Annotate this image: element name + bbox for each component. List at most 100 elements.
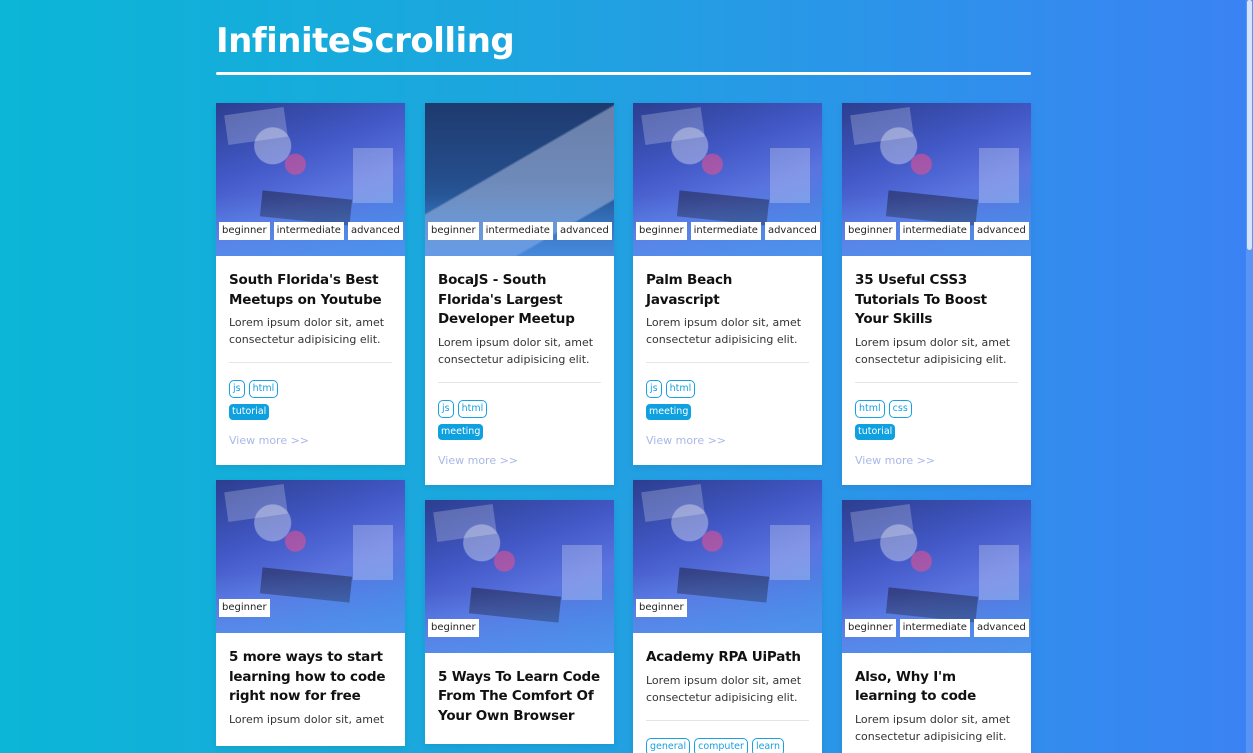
card-title: South Florida's Best Meetups on Youtube [229, 272, 382, 308]
notebook-shape [770, 525, 810, 580]
category-chip[interactable]: tutorial [229, 404, 270, 420]
card-body: Palm Beach Javascript Lorem ipsum dolor s… [633, 256, 822, 465]
level-badge: intermediate [690, 222, 761, 240]
scrollbar-thumb[interactable] [1247, 0, 1252, 250]
tag-chip[interactable]: css [888, 399, 912, 418]
notebook-shape [979, 148, 1019, 203]
category-list: tutorial [229, 404, 392, 420]
card-title: BocaJS - South Florida's Largest Develop… [438, 272, 575, 327]
card-title: Also, Why I'm learning to code [855, 668, 977, 705]
notebook-shape [353, 148, 393, 203]
card-column: beginner intermediate advanced South Florid… [216, 103, 405, 753]
page-header: InfiniteScrolling [216, 18, 1031, 75]
card-body: 5 Ways To Learn Code From The Comfort Of… [425, 653, 614, 745]
card-image: beginner [425, 499, 614, 653]
monitor-shape [641, 483, 705, 523]
card-image: beginner intermediate advanced [216, 103, 405, 256]
tag-chip[interactable]: learn [751, 737, 785, 753]
article-card[interactable]: beginner intermediate advanced BocaJS - Sou… [425, 103, 614, 485]
card-description: Lorem ipsum dolor sit, amet [229, 712, 385, 726]
card-divider [229, 362, 392, 363]
card-body: Also, Why I'm learning to code Lorem ipsu… [842, 653, 1031, 753]
card-body: BocaJS - South Florida's Largest Develop… [425, 256, 614, 485]
view-more-link[interactable]: View more >> [438, 454, 601, 467]
card-image: beginner intermediate advanced [425, 103, 614, 256]
title-divider [216, 72, 1031, 75]
level-badge: advanced [764, 222, 820, 240]
monitor-shape [850, 106, 914, 146]
card-column: beginner intermediate advanced 35 Useful CS… [842, 103, 1031, 753]
level-badges: beginner [636, 599, 687, 617]
monitor-shape [641, 106, 705, 146]
card-body: Academy RPA UiPath Lorem ipsum dolor sit,… [633, 633, 822, 753]
card-title: Academy RPA UiPath [646, 649, 801, 665]
category-list: meeting [646, 404, 809, 420]
tag-chip[interactable]: computer [694, 737, 748, 753]
article-card[interactable]: beginner 5 Ways To Learn Code From The Co… [425, 499, 614, 745]
tag-list: js html [646, 380, 809, 398]
level-badge: beginner [428, 222, 479, 240]
category-chip[interactable]: meeting [646, 404, 692, 420]
card-image: beginner [633, 480, 822, 633]
page-title: InfiniteScrolling [216, 21, 515, 61]
monitor-shape [433, 503, 497, 542]
view-more-link[interactable]: View more >> [855, 454, 1018, 467]
article-card[interactable]: beginner Academy RPA UiPath Lorem ipsum do… [633, 480, 822, 753]
level-badge: beginner [428, 618, 479, 637]
level-badge: advanced [347, 222, 403, 240]
notebook-shape [353, 525, 393, 580]
article-card[interactable]: beginner 5 more ways to start learning ho… [216, 480, 405, 746]
category-chip[interactable]: meeting [438, 423, 484, 440]
level-badge: advanced [973, 618, 1029, 637]
article-card[interactable]: beginner intermediate advanced Palm Beach J… [633, 103, 822, 465]
article-card[interactable]: beginner intermediate advanced 35 Useful CS… [842, 103, 1031, 485]
tag-list: js html [438, 399, 601, 418]
level-badges: beginner intermediate advanced [219, 222, 403, 240]
level-badges: beginner intermediate advanced [845, 618, 1029, 637]
article-card[interactable]: beginner intermediate advanced Also, Why I'… [842, 499, 1031, 753]
tag-chip[interactable]: html [665, 380, 696, 398]
notebook-shape [562, 544, 602, 600]
tag-chip[interactable]: js [646, 380, 662, 398]
level-badges: beginner intermediate advanced [428, 222, 612, 240]
tag-chip[interactable]: html [855, 399, 885, 418]
card-body: 5 more ways to start learning how to cod… [216, 633, 405, 746]
card-image: beginner intermediate advanced [633, 103, 822, 256]
article-card[interactable]: beginner intermediate advanced South Florid… [216, 103, 405, 465]
view-more-link[interactable]: View more >> [229, 434, 392, 447]
card-divider [646, 362, 809, 363]
level-badge: beginner [845, 222, 896, 240]
category-chip[interactable]: tutorial [855, 423, 896, 440]
card-column: beginner intermediate advanced BocaJS - Sou… [425, 103, 614, 753]
card-description: Lorem ipsum dolor sit, amet consectetur … [646, 316, 802, 346]
tag-chip[interactable]: html [248, 380, 279, 398]
monitor-shape [224, 106, 288, 146]
view-more-link[interactable]: View more >> [646, 434, 809, 447]
level-badge: beginner [219, 222, 270, 240]
scrollbar[interactable] [1246, 0, 1253, 753]
level-badge: beginner [845, 618, 896, 637]
tag-chip[interactable]: js [438, 399, 454, 418]
level-badges: beginner [428, 618, 479, 637]
card-description: Lorem ipsum dolor sit, amet consectetur … [438, 335, 594, 366]
card-title: 35 Useful CSS3 Tutorials To Boost Your S… [855, 272, 987, 327]
category-list: meeting [438, 423, 601, 440]
level-badges: beginner intermediate advanced [845, 222, 1029, 240]
card-title: Palm Beach Javascript [646, 272, 733, 308]
category-list: tutorial [855, 423, 1018, 440]
tag-list: general computer learn [646, 737, 809, 753]
card-body: 35 Useful CSS3 Tutorials To Boost Your S… [842, 256, 1031, 485]
monitor-shape [850, 503, 914, 542]
tag-chip[interactable]: html [457, 399, 488, 418]
level-badge: intermediate [899, 222, 970, 240]
level-badge: intermediate [273, 222, 344, 240]
card-image: beginner intermediate advanced [842, 103, 1031, 256]
card-description: Lorem ipsum dolor sit, amet consectetur … [855, 712, 1011, 743]
card-divider [646, 719, 809, 721]
tag-chip[interactable]: js [229, 380, 245, 398]
card-description: Lorem ipsum dolor sit, amet consectetur … [229, 316, 385, 346]
card-image: beginner [216, 480, 405, 633]
level-badge: intermediate [899, 618, 970, 637]
tag-chip[interactable]: general [646, 737, 691, 753]
card-image: beginner intermediate advanced [842, 499, 1031, 653]
